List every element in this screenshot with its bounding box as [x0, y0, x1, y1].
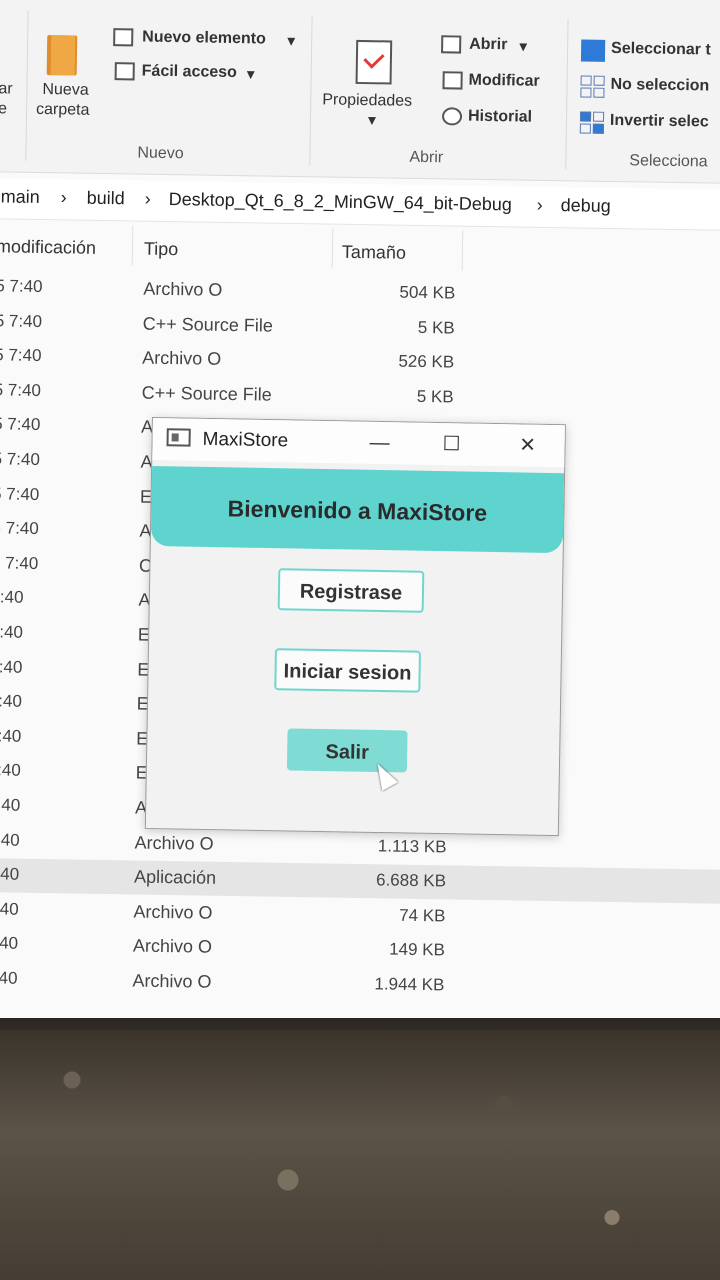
ribbon-toolbar: ar e Nueva carpeta Nuevo elemento ▾ Fáci… [0, 0, 720, 185]
new-folder-label-1[interactable]: Nueva [42, 81, 89, 100]
cell-date: 5 7:40 [0, 310, 43, 331]
chevron-down-icon[interactable]: ▾ [368, 110, 376, 130]
column-header-type[interactable]: Tipo [144, 239, 179, 261]
history-button[interactable]: Historial [468, 108, 532, 127]
cell-size: 5 KB [417, 317, 455, 338]
column-header-size[interactable]: Tamaño [342, 242, 406, 264]
ribbon-left-item-2[interactable]: e [0, 100, 7, 118]
cell-size: 1.113 KB [377, 835, 447, 857]
column-header-date[interactable]: modificación [0, 236, 96, 259]
ribbon-left-item-1[interactable]: ar [0, 80, 13, 98]
cell-size: 6.688 KB [375, 870, 447, 891]
invert-selection-icon[interactable] [579, 111, 605, 134]
chevron-down-icon[interactable]: ▾ [519, 36, 527, 56]
open-icon[interactable] [441, 35, 462, 54]
cell-type: Archivo O [132, 935, 213, 958]
minimize-icon[interactable]: — [360, 426, 399, 461]
cell-size: 504 KB [399, 282, 456, 303]
breadcrumb-item[interactable]: debug [560, 195, 611, 217]
cell-date: 7:40 [0, 898, 19, 919]
easy-access-icon[interactable] [114, 62, 135, 81]
cell-date: 7:40 [0, 795, 21, 815]
history-icon[interactable] [441, 107, 463, 126]
cell-date: 7:40 [0, 691, 23, 711]
edit-button[interactable]: Modificar [468, 72, 539, 91]
cell-date: 5 7:40 [0, 380, 42, 400]
welcome-banner: Bienvenido a MaxiStore [150, 466, 565, 554]
chevron-down-icon[interactable]: ▾ [287, 31, 295, 51]
app-icon [166, 428, 191, 447]
select-all-button[interactable]: Seleccionar t [611, 40, 711, 60]
cell-size: 149 KB [389, 939, 446, 960]
cell-type: Archivo O [143, 278, 223, 300]
cell-type: Archivo O [134, 832, 214, 854]
maxistore-dialog: MaxiStore — ☐ ✕ Bienvenido a MaxiStore R… [144, 417, 566, 837]
chevron-right-icon[interactable]: › [145, 189, 151, 210]
cell-date: 7:40 [0, 656, 23, 677]
new-folder-icon[interactable] [46, 35, 78, 76]
register-button[interactable]: Registrase [277, 568, 425, 613]
edit-icon[interactable] [442, 71, 463, 90]
cell-date: 5 7:40 [0, 518, 39, 539]
cell-type: Archivo O [133, 901, 213, 923]
cell-size: 526 KB [398, 351, 455, 372]
cell-type: C++ Source File [141, 382, 272, 405]
chevron-right-icon[interactable]: › [61, 187, 67, 208]
group-label-abrir: Abrir [409, 148, 444, 167]
cell-date: 5 7:40 [0, 276, 43, 297]
cell-date: 7:40 [0, 760, 21, 781]
invert-selection-button[interactable]: Invertir selec [610, 112, 709, 132]
dialog-title: MaxiStore [202, 428, 289, 452]
welcome-heading: Bienvenido a MaxiStore [227, 495, 488, 526]
select-all-icon[interactable] [580, 39, 606, 62]
cell-type: Archivo O [142, 347, 222, 370]
cell-size: 74 KB [399, 905, 446, 926]
chevron-right-icon[interactable]: › [536, 195, 543, 216]
cell-date: 5 7:40 [0, 414, 41, 435]
breadcrumb-item[interactable]: build [87, 188, 125, 210]
close-icon[interactable]: ✕ [508, 428, 547, 463]
cell-date: 7:40 [0, 968, 18, 988]
group-label-seleccionar: Selecciona [629, 152, 708, 171]
cell-type: C++ Source File [142, 313, 273, 336]
cell-date: 7:40 [0, 587, 24, 608]
new-item-button[interactable]: Nuevo elemento [142, 29, 266, 49]
cell-date: 7:40 [0, 622, 24, 642]
cell-type: Aplicación [133, 866, 217, 889]
select-none-icon[interactable] [580, 75, 605, 98]
breadcrumb-item[interactable]: Desktop_Qt_6_8_2_MinGW_64_bit-Debug [169, 189, 512, 215]
easy-access-button[interactable]: Fácil acceso [142, 63, 237, 82]
new-item-icon[interactable] [113, 28, 134, 47]
new-folder-label-2[interactable]: carpeta [36, 101, 90, 120]
desk-background [0, 1030, 720, 1280]
properties-icon[interactable] [355, 39, 393, 85]
cell-size: 5 KB [416, 386, 454, 407]
maximize-icon[interactable]: ☐ [432, 427, 471, 462]
breadcrumb-item[interactable]: -main [0, 186, 40, 208]
properties-button[interactable]: Propiedades [322, 91, 412, 110]
breadcrumb[interactable]: -main › build › Desktop_Qt_6_8_2_MinGW_6… [0, 177, 720, 232]
cell-date: 5 7:40 [0, 345, 42, 366]
cell-date: 7:40 [0, 829, 20, 850]
open-button[interactable]: Abrir [469, 36, 507, 55]
group-label-nuevo: Nuevo [137, 144, 184, 163]
select-none-button[interactable]: No seleccion [610, 76, 709, 96]
cell-date: 7:40 [0, 933, 19, 954]
cell-date: 7:40 [0, 864, 20, 884]
cell-size: 1.944 KB [374, 974, 445, 995]
login-button[interactable]: Iniciar sesion [274, 648, 421, 693]
cell-type: Archivo O [132, 970, 212, 992]
cell-date: 5 7:40 [0, 484, 40, 504]
dialog-titlebar[interactable]: MaxiStore — ☐ ✕ [152, 418, 565, 468]
cell-date: 7:40 [0, 726, 22, 746]
cell-date: 5 7:40 [0, 553, 39, 573]
chevron-down-icon[interactable]: ▾ [247, 64, 255, 84]
cell-date: 5 7:40 [0, 449, 41, 469]
